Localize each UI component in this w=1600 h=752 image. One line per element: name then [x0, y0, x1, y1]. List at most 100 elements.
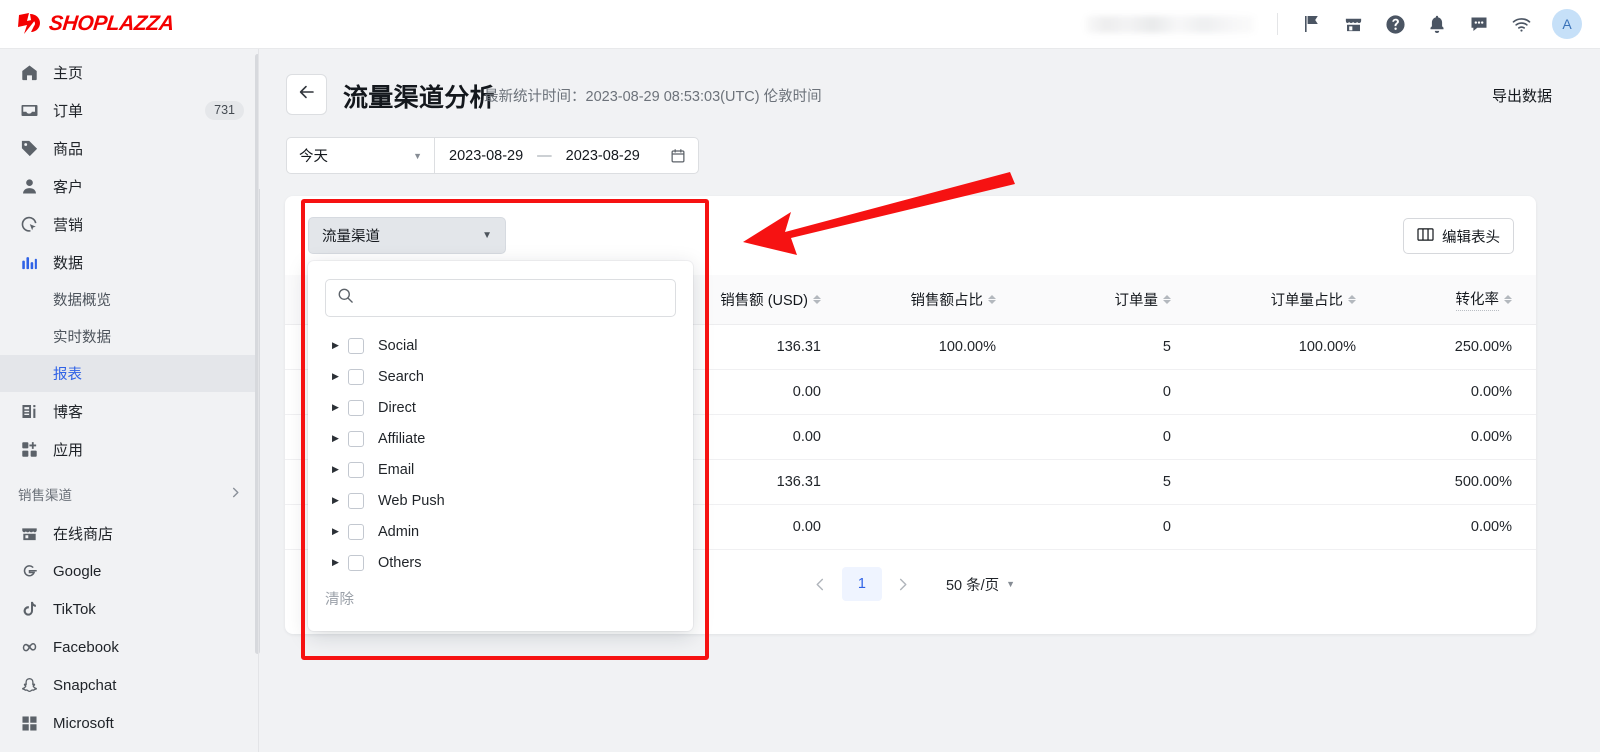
flag-icon[interactable] [1290, 3, 1332, 45]
page-title: 流量渠道分析 [343, 84, 495, 112]
channel-option-email[interactable]: ▶ Email [325, 454, 676, 485]
page-size-select[interactable]: 50 条/页 ▼ [946, 574, 1015, 595]
table-col-order-ratio[interactable]: 订单量占比 [1195, 275, 1380, 325]
export-data-button[interactable]: 导出数据 [1492, 85, 1552, 106]
google-icon [18, 560, 40, 582]
table-col-sales-ratio[interactable]: 销售额占比 [845, 275, 1020, 325]
orders-badge: 731 [205, 100, 244, 120]
wifi-icon[interactable] [1500, 3, 1542, 45]
date-range-picker[interactable]: 2023-08-29 — 2023-08-29 [434, 137, 699, 174]
sidebar-channel-microsoft[interactable]: Microsoft [0, 704, 258, 742]
sidebar-item-label: 客户 [53, 178, 84, 196]
sidebar-item-apps[interactable]: 应用 [0, 430, 258, 468]
message-icon[interactable] [1458, 3, 1500, 45]
table-cell [845, 369, 1020, 415]
channel-search-input[interactable] [363, 290, 663, 306]
sidebar-section-label: 销售渠道 [18, 488, 72, 503]
channel-option-label: Direct [378, 399, 416, 416]
channel-filter-button[interactable]: 流量渠道 ▼ [308, 217, 506, 254]
checkbox[interactable] [348, 554, 364, 571]
channel-option-web-push[interactable]: ▶ Web Push [325, 485, 676, 516]
channel-option-social[interactable]: ▶ Social [325, 330, 676, 361]
sidebar-item-products[interactable]: 商品 [0, 129, 258, 167]
chevron-down-icon: ▼ [413, 150, 422, 161]
sidebar-item-customers[interactable]: 客户 [0, 167, 258, 205]
chevron-right-icon[interactable] [888, 569, 918, 599]
chevron-right-icon [229, 486, 242, 502]
sidebar-item-orders[interactable]: 订单 731 [0, 91, 258, 129]
avatar-initial: A [1562, 16, 1572, 32]
sidebar-channel-label: Google [53, 562, 102, 580]
caret-right-icon[interactable]: ▶ [332, 402, 348, 413]
help-icon[interactable] [1374, 3, 1416, 45]
checkbox[interactable] [348, 337, 364, 354]
channel-option-direct[interactable]: ▶ Direct [325, 392, 676, 423]
clear-filter-button[interactable]: 清除 [325, 588, 354, 609]
edit-columns-button[interactable]: 编辑表头 [1403, 218, 1514, 254]
home-icon [18, 61, 40, 83]
channel-option-label: Admin [378, 523, 420, 540]
caret-right-icon[interactable]: ▶ [332, 371, 348, 382]
channel-search-box[interactable] [325, 279, 676, 317]
sort-icon [1348, 294, 1356, 304]
sidebar-channel-tiktok[interactable]: TikTok [0, 590, 258, 628]
sidebar-item-home[interactable]: 主页 [0, 53, 258, 91]
channel-option-search[interactable]: ▶ Search [325, 361, 676, 392]
page-number-1[interactable]: 1 [841, 567, 882, 601]
channel-option-others[interactable]: ▶ Others [325, 547, 676, 578]
store-icon[interactable] [1332, 3, 1374, 45]
chevron-left-icon[interactable] [806, 569, 836, 599]
page-subtitle: 最新统计时间：2023-08-29 08:53:03(UTC) 伦敦时间 [484, 89, 822, 105]
channel-option-affiliate[interactable]: ▶ Affiliate [325, 423, 676, 454]
table-col-conversion-rate[interactable]: 转化率 [1380, 275, 1536, 325]
checkbox[interactable] [348, 368, 364, 385]
sidebar-channel-google[interactable]: Google [0, 552, 258, 590]
sidebar-item-label: 博客 [53, 403, 84, 421]
date-preset-select[interactable]: 今天 ▼ [286, 137, 434, 174]
table-cell [1195, 369, 1380, 415]
sidebar-item-marketing[interactable]: 营销 [0, 205, 258, 243]
date-end-value: 2023-08-29 [565, 147, 640, 164]
caret-right-icon[interactable]: ▶ [332, 557, 348, 568]
back-button[interactable] [286, 74, 327, 115]
top-bar-actions: A [1085, 0, 1600, 49]
checkbox[interactable] [348, 430, 364, 447]
caret-right-icon[interactable]: ▶ [332, 526, 348, 537]
table-col-order-count[interactable]: 订单量 [1020, 275, 1195, 325]
table-cell [845, 504, 1020, 550]
sidebar-subitem-realtime[interactable]: 实时数据 [0, 318, 258, 355]
sidebar-subitem-overview[interactable]: 数据概览 [0, 281, 258, 318]
caret-right-icon[interactable]: ▶ [332, 495, 348, 506]
sidebar-item-label: 订单 [53, 102, 84, 120]
sidebar-section-sales-channels[interactable]: 销售渠道 [0, 474, 258, 514]
sidebar-item-blog[interactable]: 博客 [0, 392, 258, 430]
channel-option-admin[interactable]: ▶ Admin [325, 516, 676, 547]
sidebar-item-label: 营销 [53, 216, 84, 234]
checkbox[interactable] [348, 399, 364, 416]
sidebar-channel-online-store[interactable]: 在线商店 [0, 514, 258, 552]
checkbox[interactable] [348, 523, 364, 540]
facebook-icon [18, 636, 40, 658]
caret-right-icon[interactable]: ▶ [332, 464, 348, 475]
date-separator: — [537, 147, 552, 164]
table-col-sales-usd[interactable]: 销售额 (USD) [670, 275, 845, 325]
bar-chart-icon [18, 251, 40, 273]
channel-option-label: Others [378, 554, 422, 571]
caret-right-icon[interactable]: ▶ [332, 433, 348, 444]
checkbox[interactable] [348, 461, 364, 478]
avatar[interactable]: A [1552, 9, 1582, 39]
checkbox[interactable] [348, 492, 364, 509]
brand-logo[interactable]: SHOPLAZZA [0, 12, 260, 36]
sidebar-channel-label: Facebook [53, 638, 119, 656]
bell-icon[interactable] [1416, 3, 1458, 45]
sidebar-subitem-reports[interactable]: 报表 [0, 355, 258, 392]
tiktok-icon [18, 598, 40, 620]
tag-icon [18, 137, 40, 159]
divider [1277, 13, 1278, 35]
sidebar-item-analytics[interactable]: 数据 [0, 243, 258, 281]
edit-columns-label: 编辑表头 [1442, 229, 1500, 246]
sidebar-subitem-label: 实时数据 [53, 330, 111, 346]
sidebar-channel-facebook[interactable]: Facebook [0, 628, 258, 666]
caret-right-icon[interactable]: ▶ [332, 340, 348, 351]
sidebar-channel-snapchat[interactable]: Snapchat [0, 666, 258, 704]
